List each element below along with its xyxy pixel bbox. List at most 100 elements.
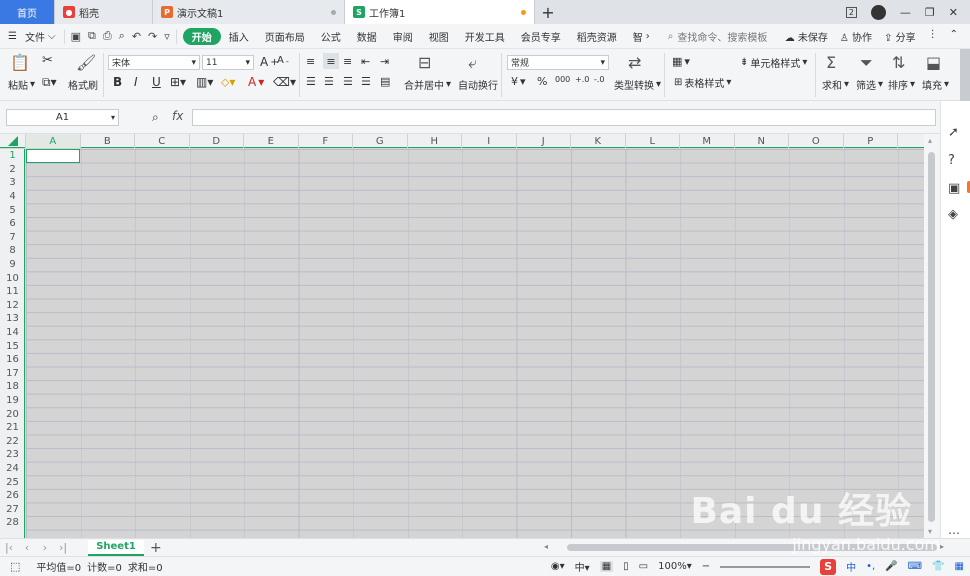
thousands-button[interactable]: 000 xyxy=(555,75,570,84)
row-header-10[interactable]: 10 xyxy=(0,271,25,285)
paste-button[interactable]: 粘贴 ▾ xyxy=(8,77,35,92)
decimal-increase-button[interactable]: +.0 xyxy=(575,75,589,84)
column-header-g[interactable]: G xyxy=(353,134,408,148)
unsaved-button[interactable]: ☁ 未保存 xyxy=(785,29,828,44)
distributed-icon[interactable]: ▤ xyxy=(380,75,390,88)
zoom-out-icon[interactable]: − xyxy=(702,561,710,572)
row-header-28[interactable]: 28 xyxy=(0,516,25,530)
row-header-5[interactable]: 5 xyxy=(0,203,25,217)
sum-button[interactable]: 求和 ▾ xyxy=(822,77,849,92)
row-header-14[interactable]: 14 xyxy=(0,326,25,340)
column-header-o[interactable]: O xyxy=(789,134,844,148)
tab-review[interactable]: 审阅 xyxy=(385,29,421,44)
font-size-select[interactable]: 11 ▾ xyxy=(202,55,254,70)
align-center-icon[interactable]: ☰ xyxy=(324,75,334,88)
tab-docer[interactable]: ● 稻壳 xyxy=(55,0,153,24)
sort-icon[interactable]: ⇅ xyxy=(892,53,905,72)
column-header-h[interactable]: H xyxy=(408,134,462,148)
tab-close-icon[interactable] xyxy=(331,9,336,15)
location-icon[interactable]: ◈ xyxy=(948,207,958,222)
vertical-scrollbar[interactable]: ▴ ▾ xyxy=(924,134,940,538)
row-header-4[interactable]: 4 xyxy=(0,190,25,204)
underline-button[interactable]: U xyxy=(152,75,161,89)
redo-icon[interactable]: ↷ xyxy=(148,30,157,43)
fill-icon[interactable]: ⬓ xyxy=(926,53,941,72)
cell-style-button[interactable]: ⇟ 单元格样式 ▾ xyxy=(740,55,807,70)
prev-sheet-icon[interactable]: ‹ xyxy=(18,541,36,554)
share-button[interactable]: ⇪ 分享 xyxy=(884,29,916,44)
ribbon-scroll-button[interactable] xyxy=(960,49,970,101)
align-middle-icon[interactable]: ≡ xyxy=(323,53,339,69)
tab-data[interactable]: 数据 xyxy=(349,29,385,44)
tab-formulas[interactable]: 公式 xyxy=(313,29,349,44)
menu-file[interactable]: 文件 ⌵ xyxy=(25,29,64,44)
fx-button[interactable]: fx xyxy=(172,109,183,123)
column-header-d[interactable]: D xyxy=(190,134,244,148)
close-icon[interactable]: ✕ xyxy=(949,6,958,19)
sheet-tab-sheet1[interactable]: Sheet1 xyxy=(88,539,144,556)
row-header-2[interactable]: 2 xyxy=(0,163,25,177)
page-break-view-icon[interactable]: ▭ xyxy=(639,561,648,572)
column-header-f[interactable]: F xyxy=(299,134,353,148)
sort-button[interactable]: 排序 ▾ xyxy=(888,77,915,92)
tab-home[interactable]: 首页 xyxy=(0,0,55,24)
cond-format-button[interactable]: ▦ ▾ xyxy=(672,55,690,68)
row-header-17[interactable]: 17 xyxy=(0,367,25,381)
indent-decrease-icon[interactable]: ⇤ xyxy=(361,55,370,68)
next-sheet-icon[interactable]: › xyxy=(36,541,54,554)
indent-increase-icon[interactable]: ⇥ xyxy=(380,55,389,68)
fill-button[interactable]: 填充 ▾ xyxy=(922,77,949,92)
normal-view-icon[interactable]: ▦ xyxy=(599,561,614,572)
cut-icon[interactable]: ✂ xyxy=(42,53,53,68)
pointer-icon[interactable]: ➚ xyxy=(948,125,959,140)
language-button[interactable]: 中▾ xyxy=(575,559,590,574)
border-icon[interactable]: ⊞▾ xyxy=(170,75,186,89)
new-tab-button[interactable]: + xyxy=(535,0,561,24)
select-all-button[interactable] xyxy=(0,134,26,148)
row-header-22[interactable]: 22 xyxy=(0,435,25,449)
align-right-icon[interactable]: ☰ xyxy=(343,75,353,88)
format-painter-button[interactable]: 格式刷 xyxy=(68,77,98,92)
last-sheet-icon[interactable]: ›| xyxy=(54,541,72,554)
scroll-up-icon[interactable]: ▴ xyxy=(928,136,932,145)
row-header-26[interactable]: 26 xyxy=(0,489,25,503)
zoom-formula-icon[interactable]: ⌕ xyxy=(152,110,159,125)
cell-area[interactable] xyxy=(26,149,924,538)
eye-protection-icon[interactable]: ◉▾ xyxy=(551,561,565,572)
highlight-icon[interactable]: ⬦▾ xyxy=(221,75,235,90)
undo-icon[interactable]: ↶ xyxy=(132,30,141,43)
align-left-icon[interactable]: ☰ xyxy=(306,75,316,88)
print-preview-icon[interactable]: ⌕ xyxy=(119,29,125,43)
italic-button[interactable]: I xyxy=(134,75,138,89)
row-header-21[interactable]: 21 xyxy=(0,421,25,435)
column-header-j[interactable]: J xyxy=(517,134,571,148)
row-header-11[interactable]: 11 xyxy=(0,285,25,299)
chevron-right-icon[interactable]: › xyxy=(646,31,650,42)
number-format-select[interactable]: 常规 ▾ xyxy=(507,55,609,70)
row-header-8[interactable]: 8 xyxy=(0,244,25,258)
row-header-19[interactable]: 19 xyxy=(0,394,25,408)
row-header-15[interactable]: 15 xyxy=(0,339,25,353)
convert-icon[interactable]: ⇄ xyxy=(628,53,641,72)
zoom-slider[interactable] xyxy=(720,565,811,568)
scroll-left-icon[interactable]: ◂ xyxy=(544,542,548,551)
decimal-decrease-button[interactable]: -.0 xyxy=(594,75,605,84)
paste-icon[interactable]: 📋 xyxy=(10,53,30,72)
tab-view[interactable]: 视图 xyxy=(421,29,457,44)
name-box[interactable]: A1 ▾ xyxy=(6,109,119,126)
collab-button[interactable]: ♙ 协作 xyxy=(840,29,872,44)
row-header-27[interactable]: 27 xyxy=(0,503,25,517)
print-icon[interactable]: ⎙ xyxy=(103,29,112,43)
tab-workbook[interactable]: S 工作簿1 xyxy=(345,0,535,24)
row-header-25[interactable]: 25 xyxy=(0,475,25,489)
command-search[interactable]: ⌕ 查找命令、搜索模板 xyxy=(668,29,768,44)
filter-icon[interactable]: ⏷ xyxy=(860,53,873,73)
maximize-icon[interactable]: ❐ xyxy=(925,6,935,19)
align-bottom-icon[interactable]: ≡ xyxy=(343,55,352,68)
wrap-icon[interactable]: ⤶ xyxy=(468,53,477,73)
row-header-3[interactable]: 3 xyxy=(0,176,25,190)
format-painter-icon[interactable]: 🖌 xyxy=(76,53,96,72)
copy-icon[interactable]: ⧉▾ xyxy=(42,75,57,90)
row-header-6[interactable]: 6 xyxy=(0,217,25,231)
font-shrink-icon[interactable]: A- xyxy=(277,55,289,66)
